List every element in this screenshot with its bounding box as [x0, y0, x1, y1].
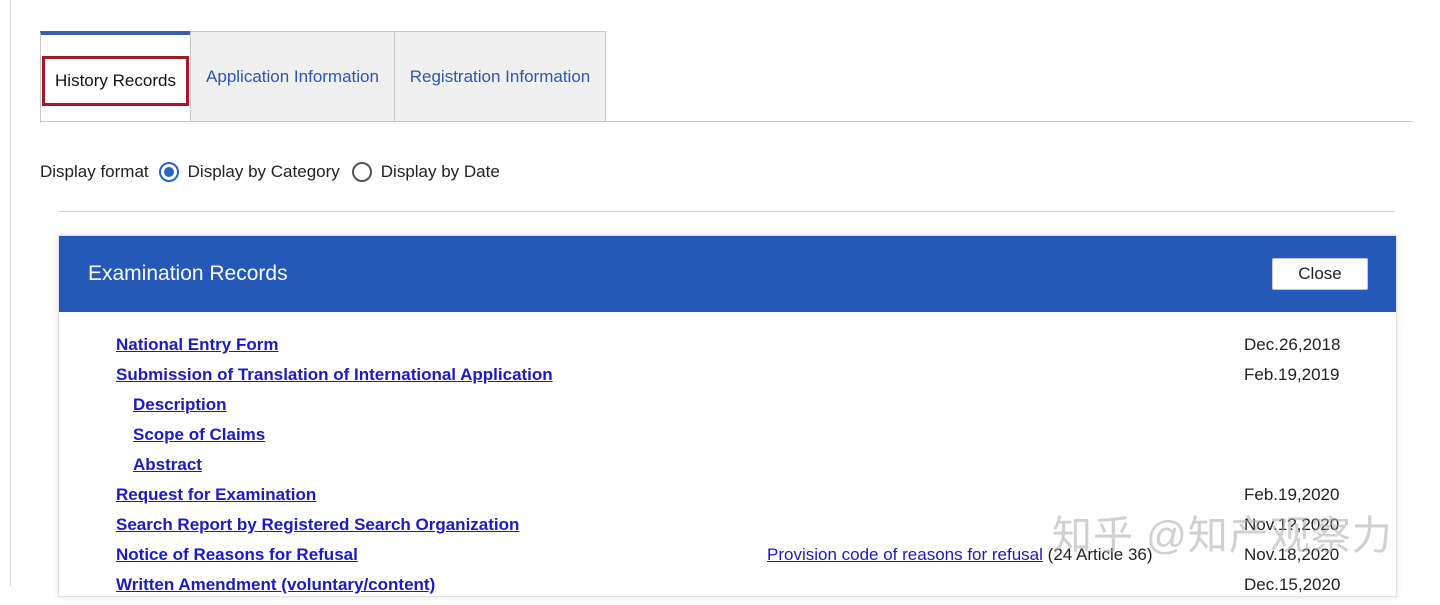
display-format-label: Display format: [40, 162, 149, 181]
record-link[interactable]: Search Report by Registered Search Organ…: [116, 515, 519, 535]
record-date: Feb.19,2020: [1244, 485, 1340, 504]
tab-history-records[interactable]: History Records: [40, 31, 190, 123]
record-sublink[interactable]: Abstract: [133, 455, 202, 475]
radio-display-by-category[interactable]: [158, 162, 179, 182]
record-date: Feb.19,2019: [1244, 365, 1340, 384]
display-by-date-label[interactable]: Display by Date: [381, 162, 500, 182]
tab-registration-information-label: Registration Information: [409, 66, 591, 86]
record-sublink[interactable]: Description: [133, 395, 227, 415]
tab-history-records-label: History Records: [42, 56, 189, 106]
record-date: Dec.15,2020: [1244, 575, 1341, 594]
record-date: Dec.26,2018: [1244, 335, 1341, 354]
refusal-reason-link[interactable]: Provision code of reasons for refusal: [767, 545, 1043, 564]
tab-application-information[interactable]: Application Information: [190, 31, 395, 121]
record-sublink[interactable]: Scope of Claims: [133, 425, 265, 445]
tab-registration-information[interactable]: Registration Information: [395, 31, 606, 121]
record-row: National Entry Form Dec.26,2018: [59, 335, 1396, 365]
radio-display-by-date[interactable]: [351, 162, 372, 182]
record-link[interactable]: National Entry Form: [116, 335, 278, 355]
section-divider: [58, 211, 1395, 212]
tab-application-information-label: Application Information: [206, 66, 379, 86]
record-row: Description: [59, 395, 1396, 425]
record-link[interactable]: Written Amendment (voluntary/content): [116, 575, 435, 595]
display-format-group: Display format Display by Category Displ…: [40, 158, 502, 186]
record-link[interactable]: Notice of Reasons for Refusal: [116, 545, 358, 565]
display-by-category-label[interactable]: Display by Category: [188, 162, 340, 182]
close-button[interactable]: Close: [1272, 258, 1368, 290]
tab-underline: [40, 121, 1413, 122]
tab-bar: History Records Application Information …: [40, 31, 1413, 123]
panel-title: Examination Records: [88, 262, 288, 285]
record-link[interactable]: Submission of Translation of Internation…: [116, 365, 553, 385]
record-row: Scope of Claims: [59, 425, 1396, 455]
record-row: Written Amendment (voluntary/content) De…: [59, 575, 1396, 605]
record-row: Abstract: [59, 455, 1396, 485]
record-row: Submission of Translation of Internation…: [59, 365, 1396, 395]
watermark-text: 知乎 @知产观察力: [1052, 514, 1393, 558]
record-link[interactable]: Request for Examination: [116, 485, 316, 505]
page-left-border: [10, 0, 11, 586]
panel-header: Examination Records Close: [59, 236, 1396, 312]
